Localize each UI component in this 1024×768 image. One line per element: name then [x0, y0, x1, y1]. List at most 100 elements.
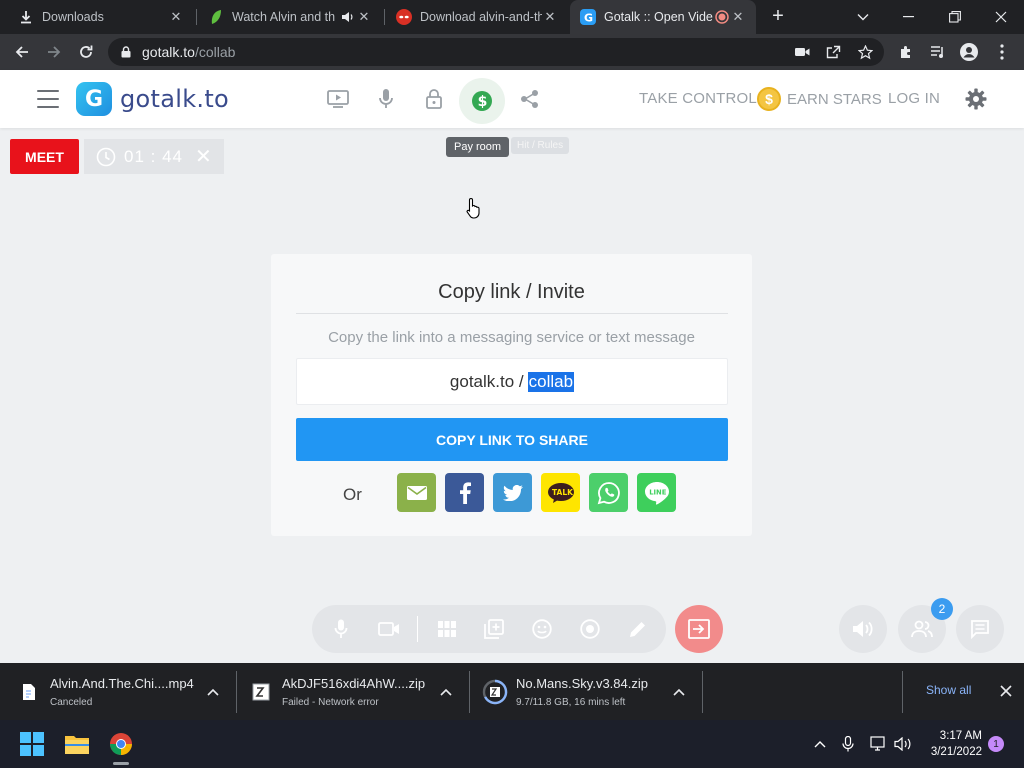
hamburger-menu-icon[interactable]	[37, 90, 59, 108]
invite-title: Copy link / Invite	[438, 281, 585, 303]
chrome-icon[interactable]	[105, 728, 137, 765]
download-item[interactable]: AkDJF516xdi4AhW....zip Failed - Network …	[252, 663, 425, 720]
share-twitter-button[interactable]	[493, 473, 532, 512]
pencil-draw-icon[interactable]	[626, 617, 650, 641]
chat-button[interactable]	[956, 605, 1004, 653]
extensions-icon[interactable]	[896, 42, 916, 62]
tab-search-icon[interactable]	[840, 0, 886, 34]
line-icon: LINE	[644, 481, 669, 505]
chevron-up-icon[interactable]	[439, 685, 453, 699]
new-tab-button[interactable]: +	[766, 5, 790, 29]
minimize-button[interactable]	[886, 0, 932, 34]
emoji-icon[interactable]	[530, 617, 554, 641]
tab-title: Gotalk :: Open Vide	[604, 10, 713, 24]
microphone-icon[interactable]	[838, 734, 858, 754]
divider	[902, 671, 903, 713]
volume-button[interactable]	[839, 605, 887, 653]
close-icon[interactable]: ✕	[730, 9, 746, 25]
windows-start-icon[interactable]	[16, 728, 48, 760]
restore-button[interactable]	[932, 0, 978, 34]
timer-value: 01 : 44	[124, 146, 183, 166]
browser-toolbar: gotalk.to/collab	[0, 34, 1024, 70]
earn-stars-link[interactable]: $ EARN STARS	[757, 87, 882, 111]
file-explorer-icon[interactable]	[61, 728, 93, 760]
lock-room-icon[interactable]	[421, 86, 447, 112]
email-icon	[406, 485, 427, 500]
download-item[interactable]: Alvin.And.The.Chi....mp4 Canceled	[20, 663, 194, 720]
zip-file-icon	[252, 681, 270, 703]
share-line-button[interactable]: LINE	[637, 473, 676, 512]
pay-room-button[interactable]: $	[459, 78, 505, 124]
media-control-icon[interactable]	[928, 42, 948, 62]
twitter-icon	[502, 484, 523, 501]
tab-watch-alvin[interactable]: Watch Alvin and th ✕	[198, 0, 382, 34]
back-icon[interactable]	[10, 40, 34, 64]
video-file-icon	[20, 681, 38, 703]
chevron-up-icon[interactable]	[810, 734, 830, 754]
camera-icon[interactable]	[377, 617, 401, 641]
svg-text:TALK: TALK	[552, 488, 574, 497]
camera-icon[interactable]	[794, 44, 810, 60]
play-screen-icon[interactable]	[325, 86, 351, 112]
close-icon[interactable]: ✕	[168, 9, 184, 25]
download-name: No.Mans.Sky.v3.84.zip	[516, 675, 648, 691]
meet-button[interactable]: MEET	[10, 139, 79, 174]
gotalk-logo[interactable]: G gotalk.to	[76, 82, 229, 116]
tab-download-alvin[interactable]: Download alvin-and-th ✕	[386, 0, 568, 34]
network-icon[interactable]	[869, 734, 889, 754]
leave-room-button[interactable]	[675, 605, 723, 653]
share-page-icon[interactable]	[825, 44, 841, 60]
microphone-icon[interactable]	[373, 86, 399, 112]
download-shelf: Alvin.And.The.Chi....mp4 Canceled AkDJF5…	[0, 663, 1024, 720]
logo-text: gotalk.to	[120, 85, 230, 113]
logo-mark: G	[76, 82, 112, 116]
close-icon[interactable]: ✕	[542, 9, 558, 25]
tab-separator	[196, 9, 197, 25]
share-whatsapp-button[interactable]	[589, 473, 628, 512]
notification-badge[interactable]: 1	[988, 736, 1004, 752]
close-window-button[interactable]	[978, 0, 1024, 34]
chevron-up-icon[interactable]	[672, 685, 686, 699]
share-kakaotalk-button[interactable]: TALK	[541, 473, 580, 512]
faded-tooltip: Hit / Rules	[511, 137, 570, 154]
record-icon[interactable]	[578, 617, 602, 641]
tab-title: Downloads	[42, 10, 104, 24]
taskbar-clock[interactable]: 3:17 AM 3/21/2022	[926, 728, 982, 760]
show-all-downloads-link[interactable]: Show all	[926, 683, 971, 697]
close-shelf-icon[interactable]	[998, 683, 1014, 699]
active-app-indicator	[113, 762, 129, 765]
link-room-selected[interactable]: collab	[527, 371, 575, 392]
share-icon[interactable]	[517, 86, 543, 112]
tab-downloads[interactable]: Downloads ✕	[8, 0, 194, 34]
svg-text:LINE: LINE	[649, 488, 667, 496]
microphone-icon[interactable]	[329, 617, 353, 641]
add-screen-icon[interactable]	[482, 617, 506, 641]
lock-icon[interactable]	[118, 44, 134, 60]
reload-icon[interactable]	[74, 40, 98, 64]
bookmark-star-icon[interactable]	[857, 44, 873, 60]
tab-gotalk[interactable]: G Gotalk :: Open Vide ✕	[570, 0, 756, 34]
volume-icon[interactable]	[893, 734, 913, 754]
room-link-field[interactable]: gotalk.to / collab	[296, 358, 728, 405]
share-email-button[interactable]	[397, 473, 436, 512]
take-control-link[interactable]: TAKE CONTROL	[639, 90, 757, 107]
forward-icon[interactable]	[42, 40, 66, 64]
download-progress-icon	[482, 679, 508, 705]
share-facebook-button[interactable]	[445, 473, 484, 512]
settings-gear-icon[interactable]	[963, 86, 989, 112]
address-bar[interactable]: gotalk.to/collab	[108, 38, 884, 66]
speaker-icon[interactable]	[340, 9, 356, 25]
close-timer-icon[interactable]: ✕	[195, 144, 212, 169]
close-icon[interactable]: ✕	[356, 9, 372, 25]
record-icon	[714, 9, 730, 25]
profile-icon[interactable]	[959, 42, 979, 62]
chevron-up-icon[interactable]	[206, 685, 220, 699]
grid-layout-icon[interactable]	[435, 617, 459, 641]
copy-link-button[interactable]: COPY LINK TO SHARE	[296, 418, 728, 461]
kebab-menu-icon[interactable]	[992, 42, 1012, 62]
clock-date: 3/21/2022	[930, 746, 982, 758]
download-item[interactable]: No.Mans.Sky.v3.84.zip 9.7/11.8 GB, 16 mi…	[482, 663, 648, 720]
download-status: 9.7/11.8 GB, 16 mins left	[516, 696, 626, 708]
log-in-link[interactable]: LOG IN	[888, 90, 940, 107]
chat-icon	[971, 620, 989, 639]
